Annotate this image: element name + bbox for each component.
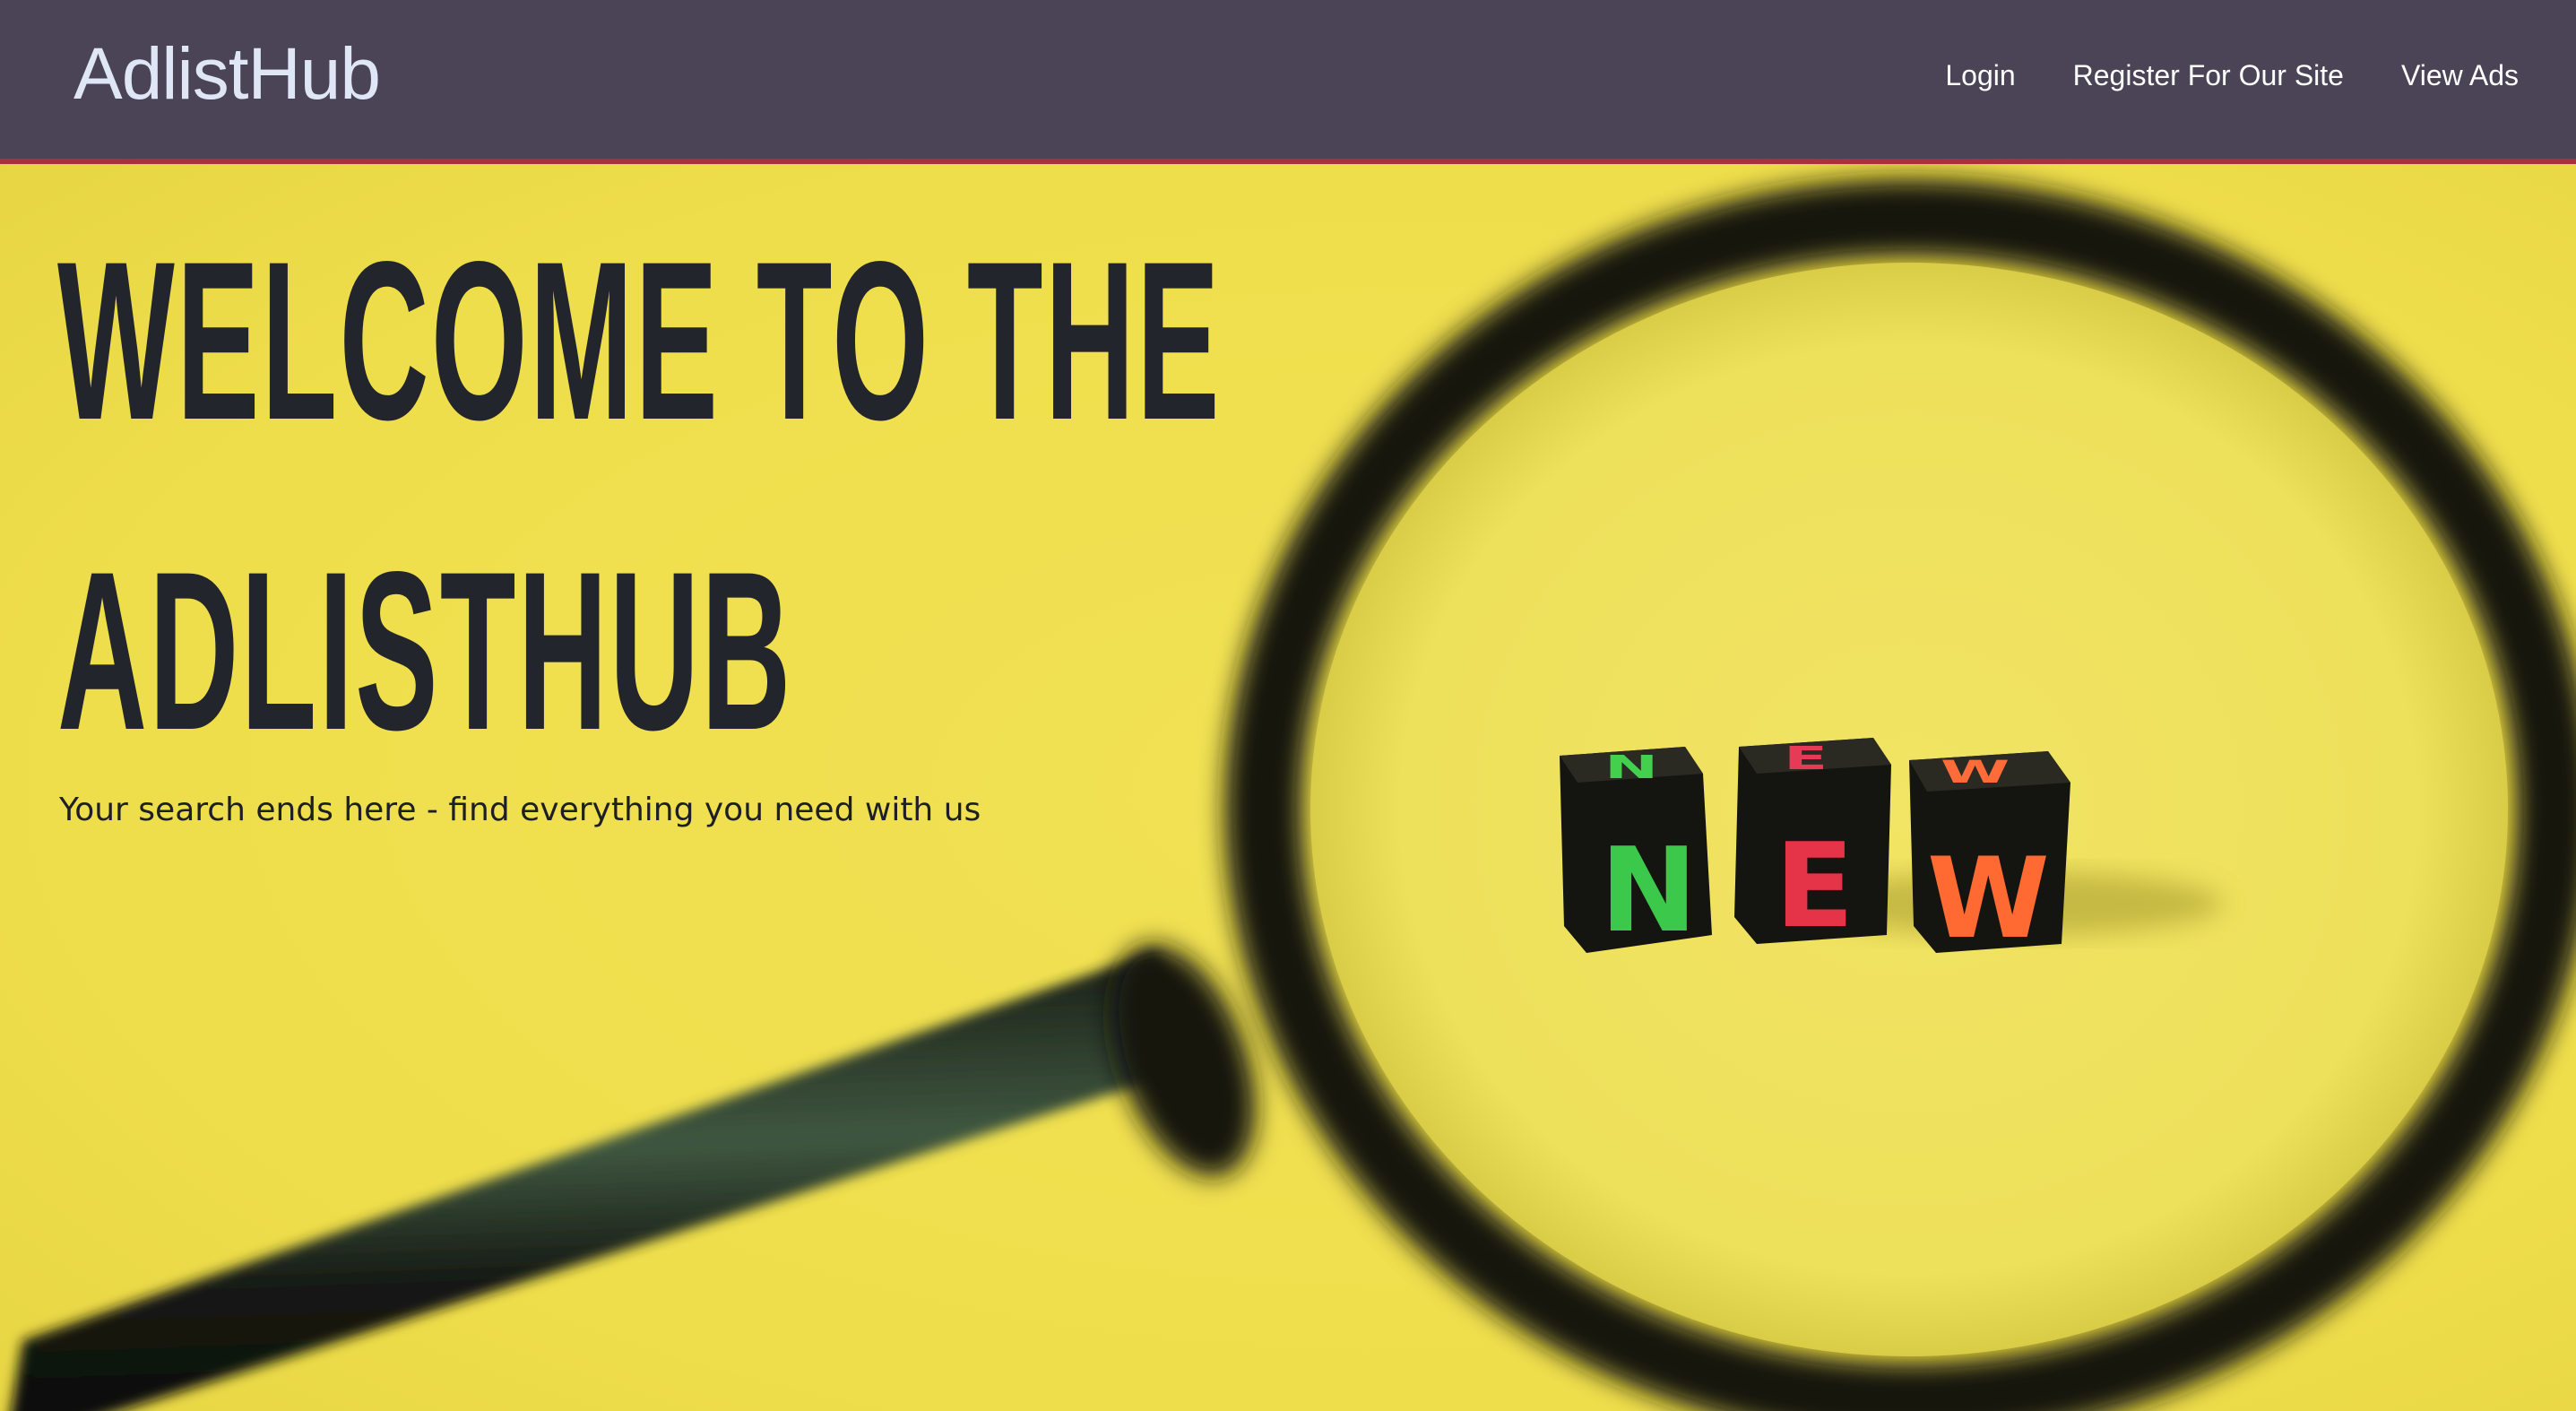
top-navbar: AdlistHub Login Register For Our Site Vi… (0, 0, 2576, 164)
svg-text:N: N (1600, 822, 1698, 958)
hero-heading-block: WELCOME TO THE ADLISTHUB (57, 186, 2477, 807)
nav-links: Login Register For Our Site View Ads (1945, 61, 2519, 90)
hero-title-line-1: WELCOME TO THE (57, 215, 1222, 467)
hero-title: WELCOME TO THE ADLISTHUB (57, 186, 1388, 807)
page: AdlistHub Login Register For Our Site Vi… (0, 0, 2576, 1411)
brand-logo-link[interactable]: AdlistHub (73, 38, 381, 111)
nav-register-link[interactable]: Register For Our Site (2073, 61, 2344, 90)
nav-view-ads-link[interactable]: View Ads (2401, 61, 2519, 90)
svg-text:E: E (1775, 818, 1854, 954)
svg-text:W: W (1927, 835, 2050, 964)
hero-subtitle: Your search ends here - find everything … (59, 792, 981, 828)
hero-title-line-2: ADLISTHUB (57, 525, 793, 777)
nav-login-link[interactable]: Login (1945, 61, 2015, 90)
